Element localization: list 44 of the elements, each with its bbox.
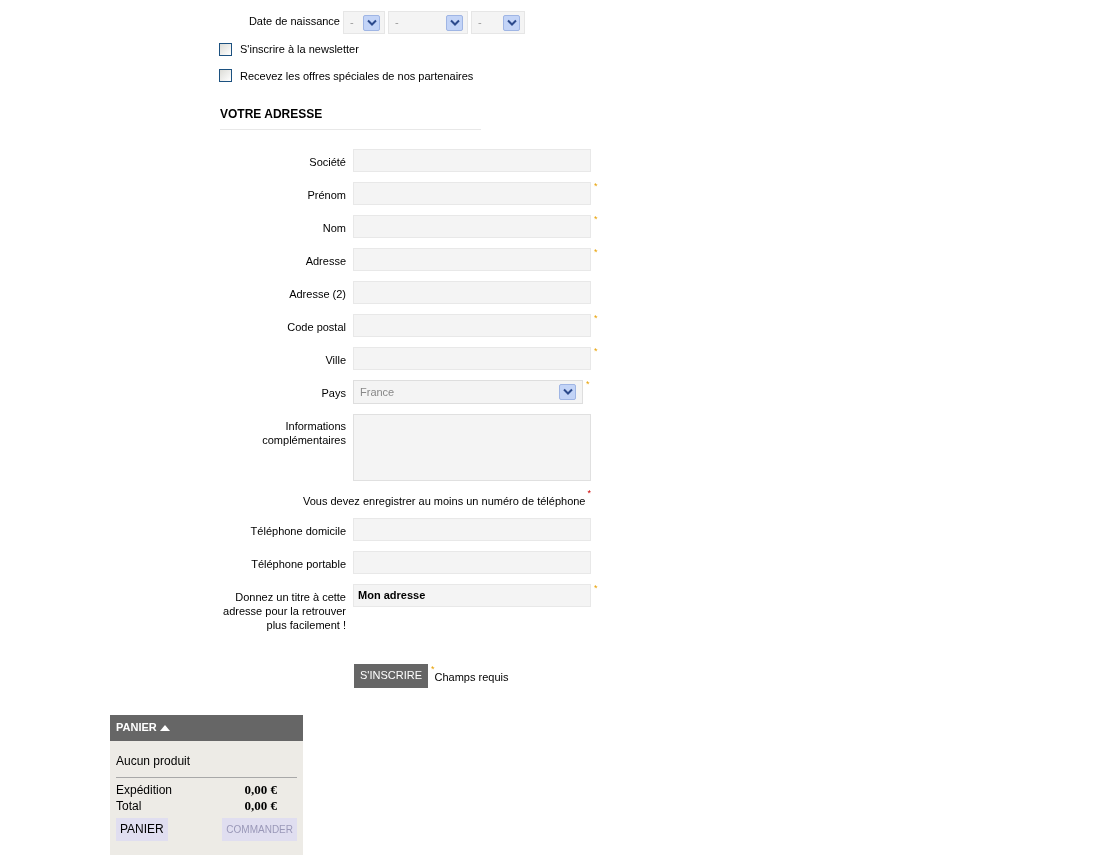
select-field[interactable]: France xyxy=(353,380,583,404)
field-label: Adresse xyxy=(304,254,346,268)
cart-row-value: 0,00 € xyxy=(244,797,277,814)
field-label: Date de naissance xyxy=(247,14,340,29)
phone-note: Vous devez enregistrer au moins un numéro de téléphone xyxy=(302,494,586,509)
required-mark: * xyxy=(586,380,590,389)
cart-row-label: Expédition xyxy=(116,781,173,798)
checkbox[interactable] xyxy=(219,69,232,83)
field-label: Téléphone domicile xyxy=(249,523,346,538)
checkbox-label: S'inscrire à la newsletter xyxy=(240,42,359,57)
required-mark: * xyxy=(594,314,598,323)
required-mark: * xyxy=(587,489,591,498)
required-mark: * xyxy=(594,583,598,593)
cart-empty-message: Aucun produit xyxy=(116,751,297,778)
field-label: Donnez un titre à cette adresse pour la retrouver plus facilement ! xyxy=(222,589,346,632)
field-label: Pays xyxy=(320,386,346,400)
collapse-icon[interactable] xyxy=(159,724,170,731)
field-label: Prénom xyxy=(306,188,346,202)
checkbox-label: Recevez les offres spéciales de nos partenaires xyxy=(240,68,474,84)
required-mark: * xyxy=(594,215,598,224)
field-label: Nom xyxy=(321,221,346,235)
checkbox[interactable] xyxy=(219,42,232,56)
input-field[interactable]: Mon adresse xyxy=(353,583,591,607)
field-label: Ville xyxy=(324,353,346,367)
field-label: Téléphone portable xyxy=(250,556,346,571)
cart-row-label: Total xyxy=(116,797,142,814)
text-area[interactable] xyxy=(353,414,591,481)
required-mark: * xyxy=(594,248,598,257)
required-mark: * xyxy=(431,665,435,675)
required-legend: Champs requis xyxy=(434,665,509,686)
cart-title: PANIER xyxy=(116,720,157,736)
select-field[interactable]: - xyxy=(388,11,468,34)
required-mark: * xyxy=(594,347,598,356)
field-label: Informations complémentaires xyxy=(261,419,346,447)
required-mark: * xyxy=(594,182,598,191)
field-label: Adresse (2) xyxy=(288,287,346,301)
field-label: Code postal xyxy=(286,320,346,334)
select-field[interactable]: - xyxy=(343,11,385,34)
section-heading: VOTRE ADRESSE xyxy=(220,105,481,130)
submit-button[interactable]: S'INSCRIRE xyxy=(354,663,428,688)
select-field[interactable]: - xyxy=(471,11,525,34)
cart-button[interactable]: PANIER xyxy=(116,817,168,841)
field-label: Société xyxy=(308,155,346,169)
cart-row-value: 0,00 € xyxy=(244,781,277,798)
